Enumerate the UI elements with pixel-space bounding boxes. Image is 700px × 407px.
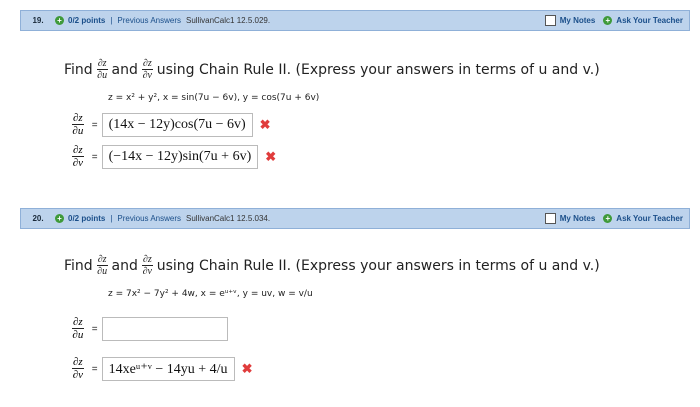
course-id: SullivanCalc1 12.5.034. [186,214,271,223]
dz-dv-fraction: ∂z ∂v [141,254,153,277]
question-number: 19. [32,16,44,25]
dz-du-row: ∂z ∂u = [68,317,228,341]
instruction: Find ∂z ∂u and ∂z ∂v using Chain Rule II… [64,255,600,277]
ask-teacher-label: Ask Your Teacher [616,16,683,25]
instruction-text: using Chain Rule II. (Express your answe… [156,258,600,274]
and-word: and [111,258,138,274]
instruction: Find ∂z ∂u and ∂z ∂v using Chain Rule II… [64,59,600,81]
given-equations: z = x² + y², x = sin(7u − 6v), y = cos(7… [108,93,320,103]
dz-dv-row: ∂z ∂v = 14xeᵘ⁺ᵛ − 14yu + 4/u ✖ [68,357,252,381]
dz-dv-answer-field[interactable]: (−14x − 12y)sin(7u + 6v) [101,145,259,169]
dz-du-row: ∂z ∂u = (14x − 12y)cos(7u − 6v) ✖ [68,113,271,137]
dz-du-fraction: ∂z ∂u [96,254,108,277]
find-word: Find [64,62,93,78]
dz-du-answer-field[interactable]: (14x − 12y)cos(7u − 6v) [101,113,253,137]
incorrect-x-icon: ✖ [265,149,277,164]
equals-sign: = [91,363,98,375]
ask-teacher-button[interactable]: + Ask Your Teacher [603,16,683,25]
separator: | [110,16,113,25]
plus-icon: + [603,16,613,25]
points-label: 0/2 points [68,214,106,223]
ask-teacher-label: Ask Your Teacher [616,214,683,223]
previous-answers-link[interactable]: Previous Answers [117,16,181,25]
my-notes-button[interactable]: My Notes [544,213,596,224]
dz-du-label: ∂z ∂u [72,112,84,137]
and-word: and [111,62,138,78]
dz-du-label: ∂z ∂u [72,316,84,341]
previous-answers-link[interactable]: Previous Answers [117,214,181,223]
find-word: Find [64,258,93,274]
problem-header: 19. + 0/2 points | Previous Answers Sull… [20,10,690,31]
problem-19: 19. + 0/2 points | Previous Answers Sull… [20,10,690,201]
ask-teacher-button[interactable]: + Ask Your Teacher [603,214,683,223]
problem-header: 20. + 0/2 points | Previous Answers Sull… [20,208,690,229]
given-equations: z = 7x² − 7y² + 4w, x = eᵘ⁺ᵛ, y = uv, w … [108,289,313,299]
incorrect-x-icon: ✖ [259,117,271,132]
my-notes-button[interactable]: My Notes [544,15,596,26]
points-label: 0/2 points [68,16,106,25]
problem-20: 20. + 0/2 points | Previous Answers Sull… [20,208,690,399]
question-number: 20. [32,214,44,223]
equals-sign: = [91,151,98,163]
my-notes-label: My Notes [559,16,596,25]
dz-dv-fraction: ∂z ∂v [141,58,153,81]
notes-checkbox-icon [544,213,556,224]
instruction-text: using Chain Rule II. (Express your answe… [156,62,600,78]
equals-sign: = [91,323,98,335]
dz-dv-answer-field[interactable]: 14xeᵘ⁺ᵛ − 14yu + 4/u [101,357,235,381]
course-id: SullivanCalc1 12.5.029. [186,16,271,25]
my-notes-label: My Notes [559,214,596,223]
dz-dv-row: ∂z ∂v = (−14x − 12y)sin(7u + 6v) ✖ [68,145,276,169]
problem-body: Find ∂z ∂u and ∂z ∂v using Chain Rule II… [20,229,690,399]
expand-plus-icon[interactable]: + [55,16,64,25]
notes-checkbox-icon [544,15,556,26]
separator: | [110,214,113,223]
expand-plus-icon[interactable]: + [55,214,64,223]
dz-dv-label: ∂z ∂v [72,356,84,381]
dz-du-fraction: ∂z ∂u [96,58,108,81]
equals-sign: = [91,119,98,131]
plus-icon: + [603,214,613,223]
problem-body: Find ∂z ∂u and ∂z ∂v using Chain Rule II… [20,31,690,201]
dz-dv-label: ∂z ∂v [72,144,84,169]
incorrect-x-icon: ✖ [241,361,253,376]
dz-du-answer-field[interactable] [101,317,228,341]
